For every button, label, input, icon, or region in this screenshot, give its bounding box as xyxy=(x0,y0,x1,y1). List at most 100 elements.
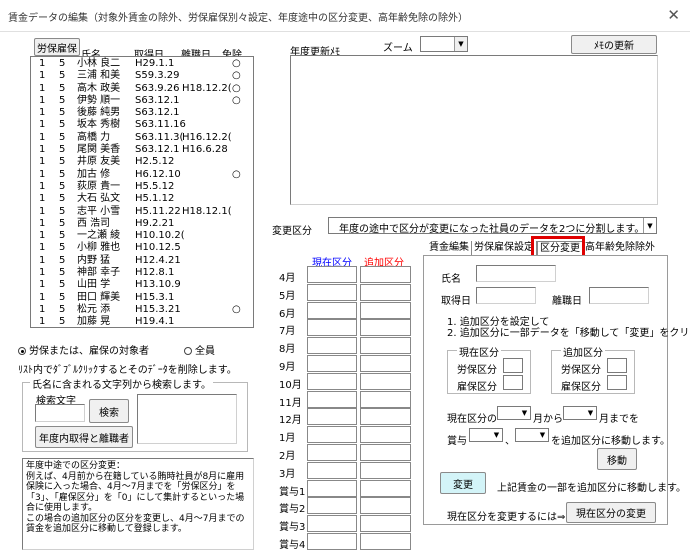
employee-row[interactable]: 1 5 一之瀬 綾 H10.10.2( xyxy=(31,230,253,242)
chevron-down-icon: ▼ xyxy=(519,407,530,419)
employee-row[interactable]: 1 5 小林 良二 H29.1.1 ○ xyxy=(31,58,253,70)
tab-roho-koho-setting[interactable]: 労保雇保設定 xyxy=(472,241,537,255)
added-division-cell[interactable] xyxy=(360,462,411,479)
current-rousai-field[interactable] xyxy=(503,358,523,373)
bonus-suffix: を追加区分に移動します。 xyxy=(551,436,670,447)
added-division-cell[interactable] xyxy=(360,355,411,372)
zoom-select[interactable]: ▼ xyxy=(420,36,468,52)
added-division-cell[interactable] xyxy=(360,480,411,497)
period-from-select[interactable]: ▼ xyxy=(497,406,531,420)
current-division-cell[interactable] xyxy=(307,480,357,497)
employee-b: 5 xyxy=(59,144,66,156)
search-input[interactable] xyxy=(35,404,85,422)
employee-name: 小柳 雅也 xyxy=(77,242,121,254)
employee-row[interactable]: 1 5 尾関 美香 S63.12.1 H16.6.28 xyxy=(31,144,253,156)
added-division-cell[interactable] xyxy=(360,266,411,283)
current-division-cell[interactable] xyxy=(307,266,357,283)
employee-row[interactable]: 1 5 後藤 純男 S63.12.1 xyxy=(31,107,253,119)
employee-row[interactable]: 1 5 志平 小雪 H5.11.22 H18.12.1( xyxy=(31,206,253,218)
employee-a: 1 xyxy=(39,168,46,180)
current-division-cell[interactable] xyxy=(307,373,357,390)
employee-row[interactable]: 1 5 伊勢 順一 S63.12.1 ○ xyxy=(31,95,253,107)
added-koyou-field[interactable] xyxy=(607,375,627,390)
month-label: 賞与2 xyxy=(279,504,306,515)
added-division-cell[interactable] xyxy=(360,444,411,461)
employee-list[interactable]: 1 5 小林 良二 H29.1.1 ○ 1 5 三浦 和美 S59.3.29 ○ 1 5 高木 政美 S6… xyxy=(30,56,254,328)
current-division-cell[interactable] xyxy=(307,408,357,425)
current-division-cell[interactable] xyxy=(307,444,357,461)
memo-update-button[interactable]: ﾒﾓの更新 xyxy=(571,35,657,54)
period-to-select[interactable]: ▼ xyxy=(563,406,597,420)
current-division-cell[interactable] xyxy=(307,426,357,443)
employee-row[interactable]: 1 5 小柳 雅也 H10.12.5 xyxy=(31,242,253,254)
employee-b: 5 xyxy=(59,131,66,143)
change-button[interactable]: 変更 xyxy=(440,472,486,494)
employee-b: 5 xyxy=(59,70,66,82)
current-division-cell[interactable] xyxy=(307,302,357,319)
added-division-cell[interactable] xyxy=(360,426,411,443)
employee-row[interactable]: 1 5 高橋 力 S63.11.3(H16.12.2( xyxy=(31,132,253,144)
tab-elderly-exempt[interactable]: 高年齢免除除外 xyxy=(583,241,657,255)
employee-row[interactable]: 1 5 田口 輝美 H15.3.1 xyxy=(31,292,253,304)
panel-acquired-label: 取得日 xyxy=(441,296,471,307)
current-division-cell[interactable] xyxy=(307,462,357,479)
employee-acq: H29.1.1 xyxy=(135,58,175,69)
bonus-from-select[interactable]: ▼ xyxy=(469,428,503,442)
bonus-to-select[interactable]: ▼ xyxy=(515,428,549,442)
panel-name-label: 氏名 xyxy=(441,274,461,285)
search-button[interactable]: 検索 xyxy=(89,399,129,423)
employee-row[interactable]: 1 5 内野 猛 H12.4.21 xyxy=(31,255,253,267)
added-division-cell[interactable] xyxy=(360,408,411,425)
window-title: 賃金データの編集（対象外賃金の除外、労保雇保別々設定、年度途中の区分変更、高年齢… xyxy=(8,13,468,24)
move-button[interactable]: 移動 xyxy=(597,448,637,470)
current-division-cell[interactable] xyxy=(307,319,357,336)
added-division-cell[interactable] xyxy=(360,515,411,532)
filter-radio-all[interactable]: 全員 xyxy=(184,342,215,357)
employee-row[interactable]: 1 5 西 浩司 H9.2.21 xyxy=(31,218,253,230)
added-division-cell[interactable] xyxy=(360,391,411,408)
employee-row[interactable]: 1 5 荻原 貴一 H5.5.12 xyxy=(31,181,253,193)
added-rousai-field[interactable] xyxy=(607,358,627,373)
added-division-cell[interactable] xyxy=(360,497,411,514)
employee-row[interactable]: 1 5 三浦 和美 S59.3.29 ○ xyxy=(31,70,253,82)
search-results[interactable] xyxy=(137,394,237,444)
added-division-cell[interactable] xyxy=(360,284,411,301)
current-division-cell[interactable] xyxy=(307,337,357,354)
memo-textarea[interactable] xyxy=(290,55,658,205)
employee-name: 一之瀬 綾 xyxy=(77,230,121,242)
roho-koho-button[interactable]: 労保雇保 xyxy=(34,38,80,56)
change-division-select[interactable]: 年度の途中で区分が変更になった社員のデータを2つに分割します。 ▼ xyxy=(328,217,657,234)
current-division-cell[interactable] xyxy=(307,284,357,301)
employee-row[interactable]: 1 5 神部 幸子 H12.8.1 xyxy=(31,267,253,279)
current-division-cell[interactable] xyxy=(307,497,357,514)
help-text: 年度中途での区分変更： 例えば、4月前から在籍している賄時社員が8月に雇用保険に… xyxy=(26,461,245,534)
added-division-cell[interactable] xyxy=(360,319,411,336)
current-division-cell[interactable] xyxy=(307,533,357,550)
employee-a: 1 xyxy=(39,267,46,279)
employee-a: 1 xyxy=(39,217,46,229)
current-division-cell[interactable] xyxy=(307,391,357,408)
filter-radio-targets[interactable]: 労保または、雇保の対象者 xyxy=(18,342,149,357)
employee-row[interactable]: 1 5 大石 弘文 H5.1.12 xyxy=(31,193,253,205)
employee-row[interactable]: 1 5 加藤 晃 H19.4.1 xyxy=(31,316,253,327)
change-current-division-button[interactable]: 現在区分の変更 xyxy=(566,502,656,523)
employee-row[interactable]: 1 5 山田 学 H13.10.9 xyxy=(31,279,253,291)
current-division-cell[interactable] xyxy=(307,515,357,532)
employee-name: 高木 政美 xyxy=(77,82,121,94)
current-division-cell[interactable] xyxy=(307,355,357,372)
month-label: 9月 xyxy=(279,362,296,373)
employee-row[interactable]: 1 5 坂本 秀樹 S63.11.16 xyxy=(31,119,253,131)
chevron-down-icon: ▼ xyxy=(643,218,656,233)
retire-filter-button[interactable]: 年度内取得と離職者 xyxy=(35,426,133,448)
added-division-cell[interactable] xyxy=(360,302,411,319)
added-division-cell[interactable] xyxy=(360,373,411,390)
current-koyou-field[interactable] xyxy=(503,375,523,390)
added-division-cell[interactable] xyxy=(360,533,411,550)
added-division-cell[interactable] xyxy=(360,337,411,354)
tab-wage-edit[interactable]: 賃金編集 xyxy=(427,241,472,255)
employee-row[interactable]: 1 5 高木 政美 S63.9.26 H18.12.2(○ xyxy=(31,83,253,95)
employee-row[interactable]: 1 5 松元 添 H15.3.21 ○ xyxy=(31,304,253,316)
employee-row[interactable]: 1 5 加古 修 H6.12.10 ○ xyxy=(31,169,253,181)
close-icon[interactable]: ✕ xyxy=(667,6,680,24)
employee-row[interactable]: 1 5 井原 友美 H2.5.12 xyxy=(31,156,253,168)
